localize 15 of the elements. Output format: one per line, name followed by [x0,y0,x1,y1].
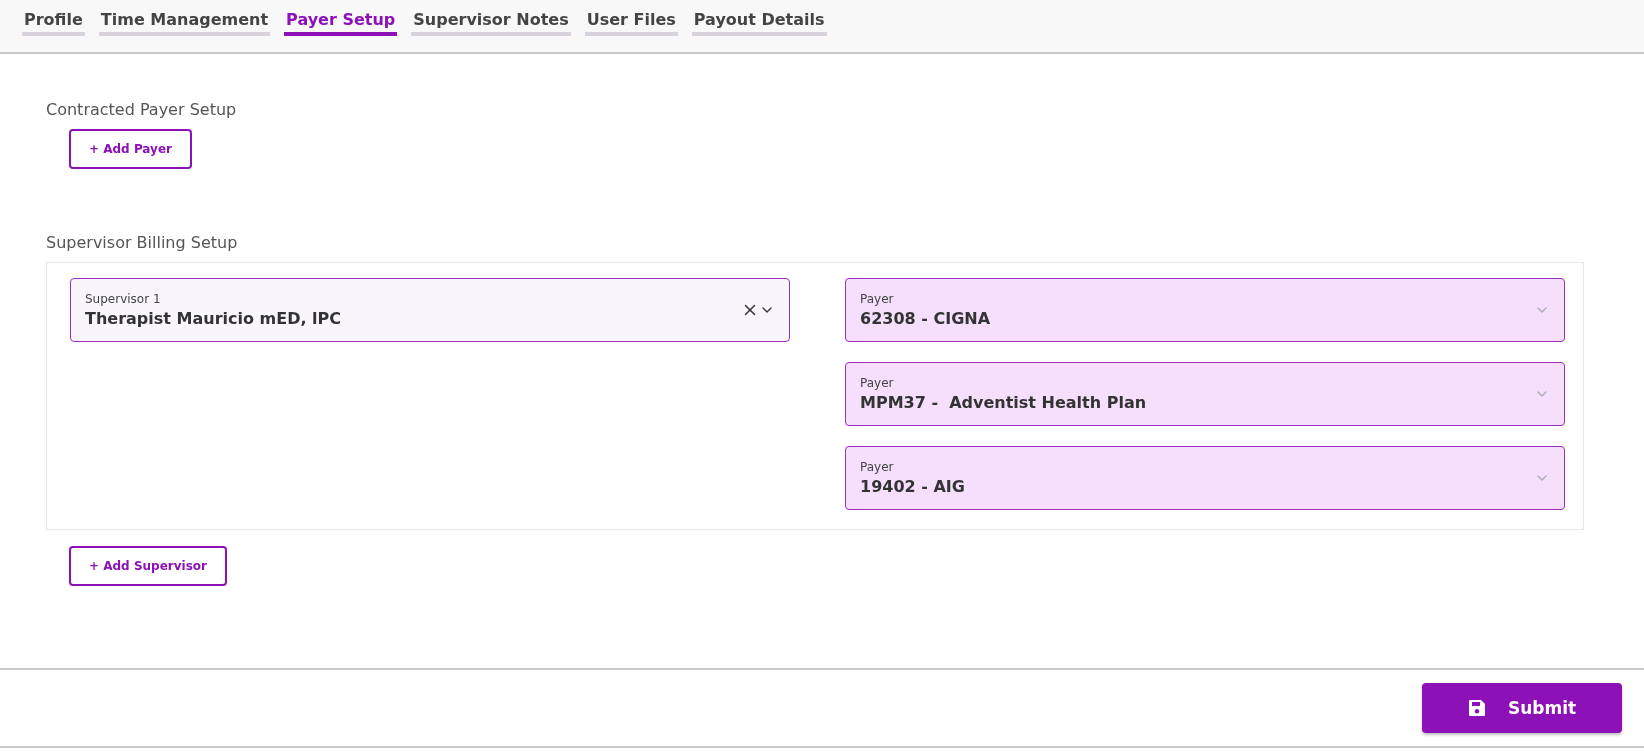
tab[interactable]: Time Management [98,0,271,36]
payer-select[interactable]: Payer MPM37 - Adventist Health Plan [845,362,1565,426]
submit-button[interactable]: Submit [1422,683,1622,733]
tab[interactable]: Profile [22,0,85,36]
tab[interactable]: User Files [584,0,678,36]
tab[interactable]: Supervisor Notes [411,0,571,36]
section-heading: Supervisor Billing Setup [46,233,239,252]
tab[interactable]: Payer Setup [284,0,398,36]
add-supervisor-button[interactable]: + Add Supervisor [69,546,227,586]
section-heading: Contracted Payer Setup [46,100,238,119]
payer-select[interactable]: Payer 19402 - AIG [845,446,1565,510]
tab[interactable]: Payout Details [691,0,827,36]
add-payer-button[interactable]: + Add Payer [69,129,192,169]
payer-select[interactable]: Payer 62308 - CIGNA [845,278,1565,342]
supervisor-select[interactable]: Supervisor 1 Therapist Mauricio mED, lPC [70,278,790,342]
